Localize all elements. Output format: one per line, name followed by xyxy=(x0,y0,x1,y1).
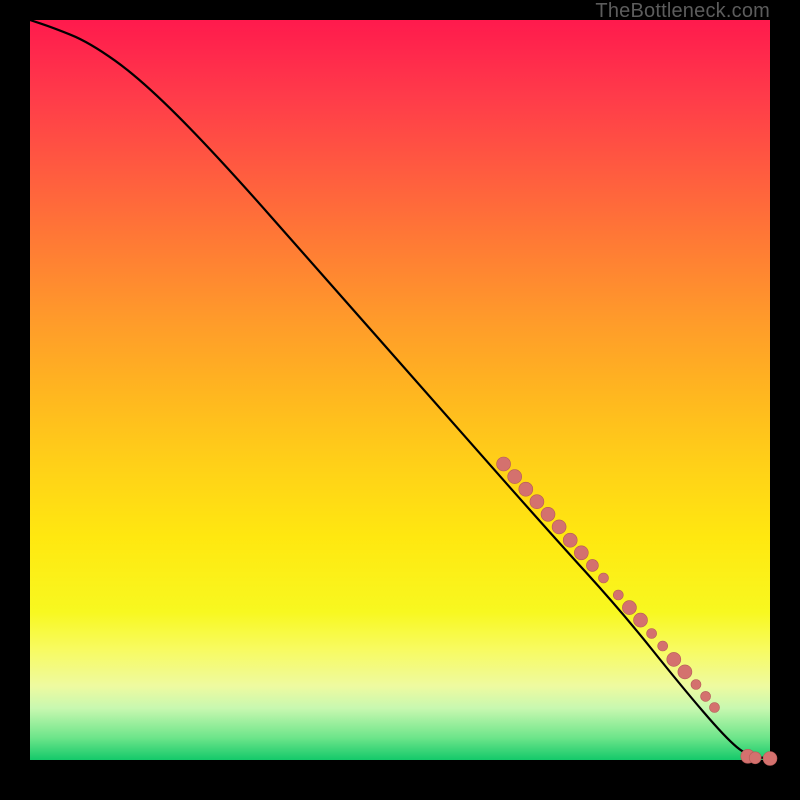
data-point xyxy=(613,590,623,600)
data-point xyxy=(634,613,648,627)
data-point xyxy=(519,482,533,496)
data-point xyxy=(586,559,598,571)
data-point xyxy=(691,680,701,690)
data-point xyxy=(749,752,761,764)
data-point xyxy=(508,470,522,484)
data-point xyxy=(574,546,588,560)
data-markers xyxy=(497,457,777,766)
chart-frame: TheBottleneck.com xyxy=(0,0,800,800)
data-point xyxy=(497,457,511,471)
data-point xyxy=(622,601,636,615)
data-point xyxy=(541,507,555,521)
data-point xyxy=(552,520,566,534)
data-point xyxy=(763,752,777,766)
data-point xyxy=(701,691,711,701)
data-point xyxy=(710,703,720,713)
plot-area xyxy=(30,20,770,760)
chart-svg xyxy=(30,20,770,760)
data-point xyxy=(678,665,692,679)
data-point xyxy=(563,533,577,547)
data-point xyxy=(667,652,681,666)
data-point xyxy=(647,629,657,639)
data-point xyxy=(658,641,668,651)
data-point xyxy=(599,573,609,583)
data-point xyxy=(530,495,544,509)
